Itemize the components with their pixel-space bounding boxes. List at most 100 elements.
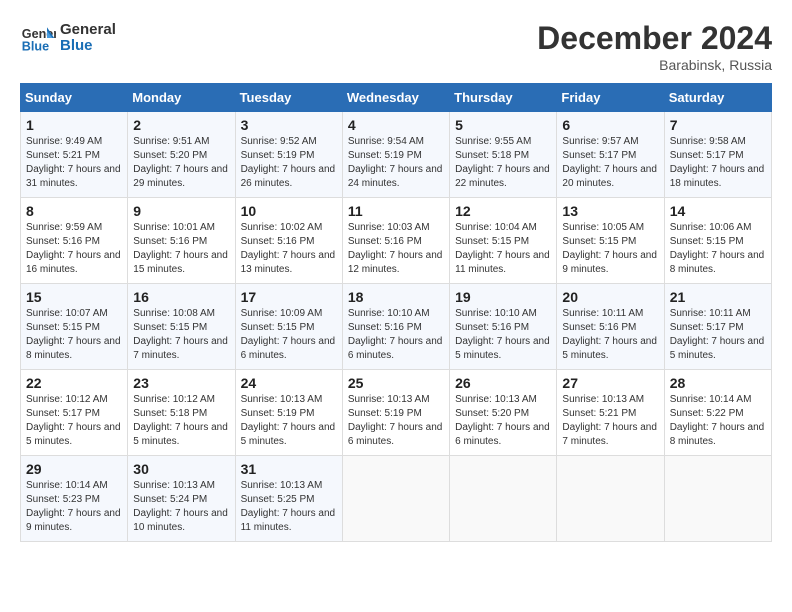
day-number: 26 (455, 375, 551, 391)
table-row: 5 Sunrise: 9:55 AMSunset: 5:18 PMDayligh… (450, 112, 557, 198)
day-number: 12 (455, 203, 551, 219)
day-number: 31 (241, 461, 337, 477)
day-info: Sunrise: 10:13 AMSunset: 5:25 PMDaylight… (241, 480, 336, 533)
day-info: Sunrise: 10:10 AMSunset: 5:16 PMDaylight… (455, 308, 550, 361)
table-row: 7 Sunrise: 9:58 AMSunset: 5:17 PMDayligh… (664, 112, 771, 198)
table-row (342, 456, 449, 542)
day-info: Sunrise: 9:54 AMSunset: 5:19 PMDaylight:… (348, 136, 443, 189)
table-row: 12 Sunrise: 10:04 AMSunset: 5:15 PMDayli… (450, 198, 557, 284)
day-number: 27 (562, 375, 658, 391)
day-number: 24 (241, 375, 337, 391)
table-row: 6 Sunrise: 9:57 AMSunset: 5:17 PMDayligh… (557, 112, 664, 198)
day-info: Sunrise: 10:13 AMSunset: 5:21 PMDaylight… (562, 394, 657, 447)
day-number: 30 (133, 461, 229, 477)
col-friday: Friday (557, 84, 664, 112)
day-number: 29 (26, 461, 122, 477)
table-row: 28 Sunrise: 10:14 AMSunset: 5:22 PMDayli… (664, 370, 771, 456)
day-number: 23 (133, 375, 229, 391)
table-row: 21 Sunrise: 10:11 AMSunset: 5:17 PMDayli… (664, 284, 771, 370)
calendar-week-row: 8 Sunrise: 9:59 AMSunset: 5:16 PMDayligh… (21, 198, 772, 284)
table-row: 29 Sunrise: 10:14 AMSunset: 5:23 PMDayli… (21, 456, 128, 542)
day-number: 4 (348, 117, 444, 133)
table-row: 1 Sunrise: 9:49 AMSunset: 5:21 PMDayligh… (21, 112, 128, 198)
day-info: Sunrise: 9:59 AMSunset: 5:16 PMDaylight:… (26, 222, 121, 275)
table-row: 20 Sunrise: 10:11 AMSunset: 5:16 PMDayli… (557, 284, 664, 370)
day-number: 16 (133, 289, 229, 305)
col-sunday: Sunday (21, 84, 128, 112)
day-info: Sunrise: 9:55 AMSunset: 5:18 PMDaylight:… (455, 136, 550, 189)
day-info: Sunrise: 10:09 AMSunset: 5:15 PMDaylight… (241, 308, 336, 361)
logo-blue-text: Blue (60, 38, 116, 55)
table-row: 31 Sunrise: 10:13 AMSunset: 5:25 PMDayli… (235, 456, 342, 542)
day-info: Sunrise: 10:10 AMSunset: 5:16 PMDaylight… (348, 308, 443, 361)
title-block: December 2024 Barabinsk, Russia (537, 20, 772, 73)
day-info: Sunrise: 9:49 AMSunset: 5:21 PMDaylight:… (26, 136, 121, 189)
day-info: Sunrise: 10:13 AMSunset: 5:20 PMDaylight… (455, 394, 550, 447)
day-number: 6 (562, 117, 658, 133)
day-info: Sunrise: 10:06 AMSunset: 5:15 PMDaylight… (670, 222, 765, 275)
day-info: Sunrise: 9:51 AMSunset: 5:20 PMDaylight:… (133, 136, 228, 189)
calendar-table: Sunday Monday Tuesday Wednesday Thursday… (20, 83, 772, 542)
month-year-title: December 2024 (537, 20, 772, 57)
day-info: Sunrise: 9:52 AMSunset: 5:19 PMDaylight:… (241, 136, 336, 189)
logo-icon: General Blue (20, 20, 56, 56)
day-number: 13 (562, 203, 658, 219)
table-row: 24 Sunrise: 10:13 AMSunset: 5:19 PMDayli… (235, 370, 342, 456)
table-row: 9 Sunrise: 10:01 AMSunset: 5:16 PMDaylig… (128, 198, 235, 284)
day-number: 2 (133, 117, 229, 133)
table-row: 30 Sunrise: 10:13 AMSunset: 5:24 PMDayli… (128, 456, 235, 542)
day-info: Sunrise: 10:12 AMSunset: 5:17 PMDaylight… (26, 394, 121, 447)
table-row: 14 Sunrise: 10:06 AMSunset: 5:15 PMDayli… (664, 198, 771, 284)
table-row: 26 Sunrise: 10:13 AMSunset: 5:20 PMDayli… (450, 370, 557, 456)
table-row (664, 456, 771, 542)
day-number: 20 (562, 289, 658, 305)
day-info: Sunrise: 9:57 AMSunset: 5:17 PMDaylight:… (562, 136, 657, 189)
page-header: General Blue General Blue December 2024 … (20, 20, 772, 73)
day-info: Sunrise: 10:05 AMSunset: 5:15 PMDaylight… (562, 222, 657, 275)
table-row: 22 Sunrise: 10:12 AMSunset: 5:17 PMDayli… (21, 370, 128, 456)
day-number: 1 (26, 117, 122, 133)
calendar-week-row: 1 Sunrise: 9:49 AMSunset: 5:21 PMDayligh… (21, 112, 772, 198)
day-info: Sunrise: 10:08 AMSunset: 5:15 PMDaylight… (133, 308, 228, 361)
location-text: Barabinsk, Russia (537, 57, 772, 73)
table-row: 15 Sunrise: 10:07 AMSunset: 5:15 PMDayli… (21, 284, 128, 370)
table-row: 10 Sunrise: 10:02 AMSunset: 5:16 PMDayli… (235, 198, 342, 284)
day-number: 19 (455, 289, 551, 305)
table-row: 16 Sunrise: 10:08 AMSunset: 5:15 PMDayli… (128, 284, 235, 370)
col-saturday: Saturday (664, 84, 771, 112)
day-info: Sunrise: 10:11 AMSunset: 5:17 PMDaylight… (670, 308, 765, 361)
day-number: 14 (670, 203, 766, 219)
day-number: 21 (670, 289, 766, 305)
table-row: 17 Sunrise: 10:09 AMSunset: 5:15 PMDayli… (235, 284, 342, 370)
day-number: 5 (455, 117, 551, 133)
day-info: Sunrise: 10:04 AMSunset: 5:15 PMDaylight… (455, 222, 550, 275)
col-tuesday: Tuesday (235, 84, 342, 112)
table-row (450, 456, 557, 542)
day-number: 9 (133, 203, 229, 219)
table-row: 11 Sunrise: 10:03 AMSunset: 5:16 PMDayli… (342, 198, 449, 284)
day-info: Sunrise: 10:13 AMSunset: 5:24 PMDaylight… (133, 480, 228, 533)
day-number: 25 (348, 375, 444, 391)
day-number: 11 (348, 203, 444, 219)
day-number: 22 (26, 375, 122, 391)
logo: General Blue General Blue (20, 20, 116, 56)
header-row: Sunday Monday Tuesday Wednesday Thursday… (21, 84, 772, 112)
day-number: 8 (26, 203, 122, 219)
day-info: Sunrise: 10:14 AMSunset: 5:23 PMDaylight… (26, 480, 121, 533)
svg-text:Blue: Blue (22, 40, 49, 54)
day-number: 3 (241, 117, 337, 133)
table-row: 2 Sunrise: 9:51 AMSunset: 5:20 PMDayligh… (128, 112, 235, 198)
day-info: Sunrise: 10:14 AMSunset: 5:22 PMDaylight… (670, 394, 765, 447)
day-info: Sunrise: 9:58 AMSunset: 5:17 PMDaylight:… (670, 136, 765, 189)
day-number: 28 (670, 375, 766, 391)
table-row: 25 Sunrise: 10:13 AMSunset: 5:19 PMDayli… (342, 370, 449, 456)
day-number: 15 (26, 289, 122, 305)
day-info: Sunrise: 10:03 AMSunset: 5:16 PMDaylight… (348, 222, 443, 275)
table-row: 13 Sunrise: 10:05 AMSunset: 5:15 PMDayli… (557, 198, 664, 284)
calendar-week-row: 22 Sunrise: 10:12 AMSunset: 5:17 PMDayli… (21, 370, 772, 456)
logo-general-text: General (60, 22, 116, 39)
day-number: 18 (348, 289, 444, 305)
day-info: Sunrise: 10:11 AMSunset: 5:16 PMDaylight… (562, 308, 657, 361)
col-thursday: Thursday (450, 84, 557, 112)
day-info: Sunrise: 10:01 AMSunset: 5:16 PMDaylight… (133, 222, 228, 275)
